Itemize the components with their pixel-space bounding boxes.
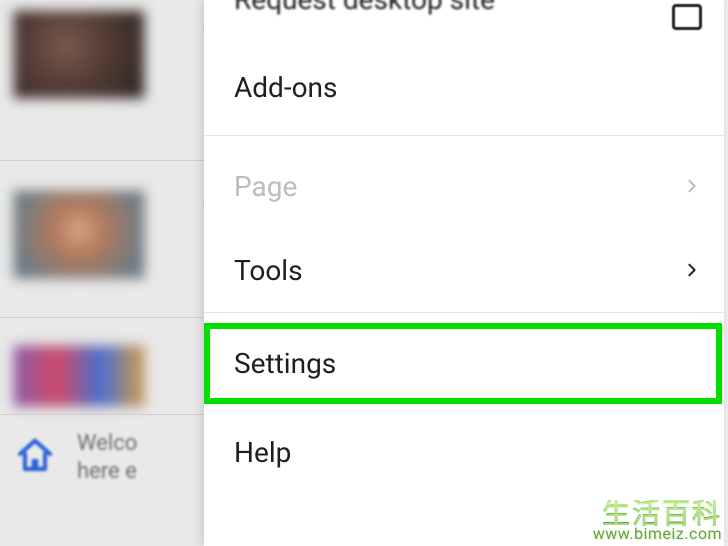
divider (0, 414, 204, 415)
divider (0, 160, 204, 161)
watermark-url: www.bimeiz.com (593, 526, 722, 542)
menu-item-request-desktop-site[interactable]: Request desktop site (204, 0, 724, 40)
menu-item-settings[interactable]: Settings (204, 321, 724, 405)
welcome-text-line2: here e (77, 459, 137, 484)
thumbnail (13, 10, 145, 99)
home-icon (15, 434, 55, 474)
chevron-right-icon (684, 262, 700, 278)
divider (0, 317, 204, 318)
menu-item-tools[interactable]: Tools (204, 228, 724, 312)
menu-item-label: Settings (234, 347, 336, 380)
chevron-right-icon (684, 178, 700, 194)
menu-item-addons[interactable]: Add-ons (204, 40, 724, 135)
menu-item-label: Tools (234, 254, 303, 287)
menu-item-label: Help (234, 436, 291, 469)
thumbnail (13, 190, 145, 279)
thumbnail (13, 345, 145, 407)
checkbox-icon[interactable] (672, 4, 702, 30)
welcome-text-line1: Welco (77, 431, 137, 456)
menu-item-label: Add-ons (234, 71, 337, 104)
menu-item-label: Request desktop site (234, 0, 495, 16)
menu-item-page[interactable]: Page (204, 144, 724, 228)
watermark: 生活百科 www.bimeiz.com (593, 500, 722, 542)
overflow-menu: Request desktop site Add-ons Page Tools (204, 0, 724, 546)
menu-item-help[interactable]: Help (204, 405, 724, 500)
menu-item-label: Page (234, 170, 297, 203)
